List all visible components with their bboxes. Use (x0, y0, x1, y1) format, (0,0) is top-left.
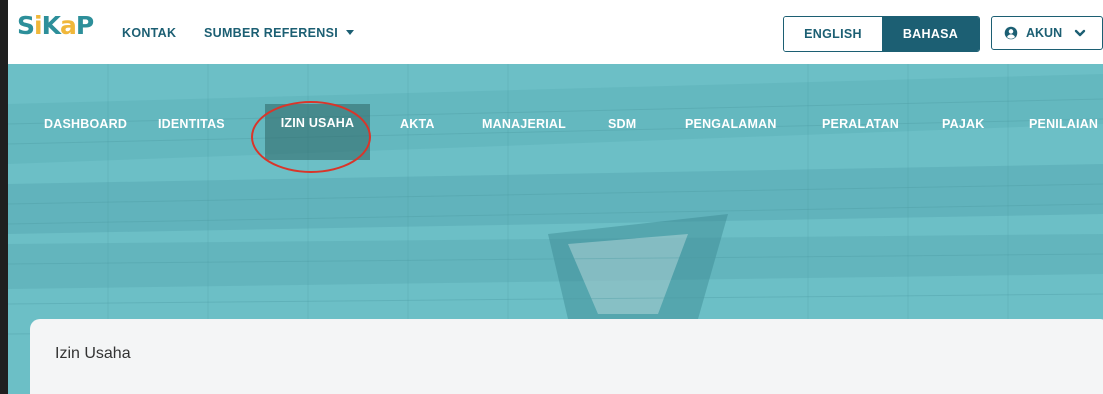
nav-item-pengalaman[interactable]: PENGALAMAN (685, 117, 777, 131)
nav-item-penilaian[interactable]: PENILAIAN (1029, 117, 1098, 131)
nav-item-akta[interactable]: AKTA (400, 117, 435, 131)
language-switcher: ENGLISH BAHASA (783, 16, 980, 52)
page-title: Izin Usaha (55, 345, 131, 362)
nav-item-manajerial[interactable]: MANAJERIAL (482, 117, 566, 131)
nav-item-sdm[interactable]: SDM (608, 117, 636, 131)
nav-item-peralatan[interactable]: PERALATAN (822, 117, 899, 131)
language-bahasa-button[interactable]: BAHASA (882, 17, 979, 51)
caret-down-icon (345, 30, 354, 36)
account-menu-button[interactable]: AKUN (991, 16, 1103, 50)
nav-item-identitas[interactable]: IDENTITAS (158, 117, 225, 131)
hero-banner: DASHBOARD IDENTITAS IZIN USAHA AKTA MANA… (8, 64, 1103, 394)
sikap-logo[interactable]: SiKaP (17, 10, 94, 42)
nav-dropdown-label: SUMBER REFERENSI (204, 26, 338, 40)
nav-item-dashboard[interactable]: DASHBOARD (44, 117, 127, 131)
nav-item-pajak[interactable]: PAJAK (942, 117, 984, 131)
chevron-down-icon (1074, 29, 1086, 37)
account-label: AKUN (1026, 26, 1063, 40)
language-english-button[interactable]: ENGLISH (784, 17, 882, 51)
nav-dropdown-sumber-referensi[interactable]: SUMBER REFERENSI (204, 26, 354, 40)
nav-link-kontak[interactable]: KONTAK (122, 26, 176, 40)
content-card: Izin Usaha (30, 319, 1103, 394)
page: SiKaP KONTAK SUMBER REFERENSI ENGLISH BA… (0, 0, 1103, 394)
user-circle-icon (1004, 26, 1018, 40)
window-left-edge (0, 0, 8, 394)
nav-item-izin-usaha[interactable]: IZIN USAHA (265, 104, 370, 160)
main-navigation: DASHBOARD IDENTITAS IZIN USAHA AKTA MANA… (8, 64, 1103, 184)
top-header: SiKaP KONTAK SUMBER REFERENSI ENGLISH BA… (8, 0, 1103, 64)
